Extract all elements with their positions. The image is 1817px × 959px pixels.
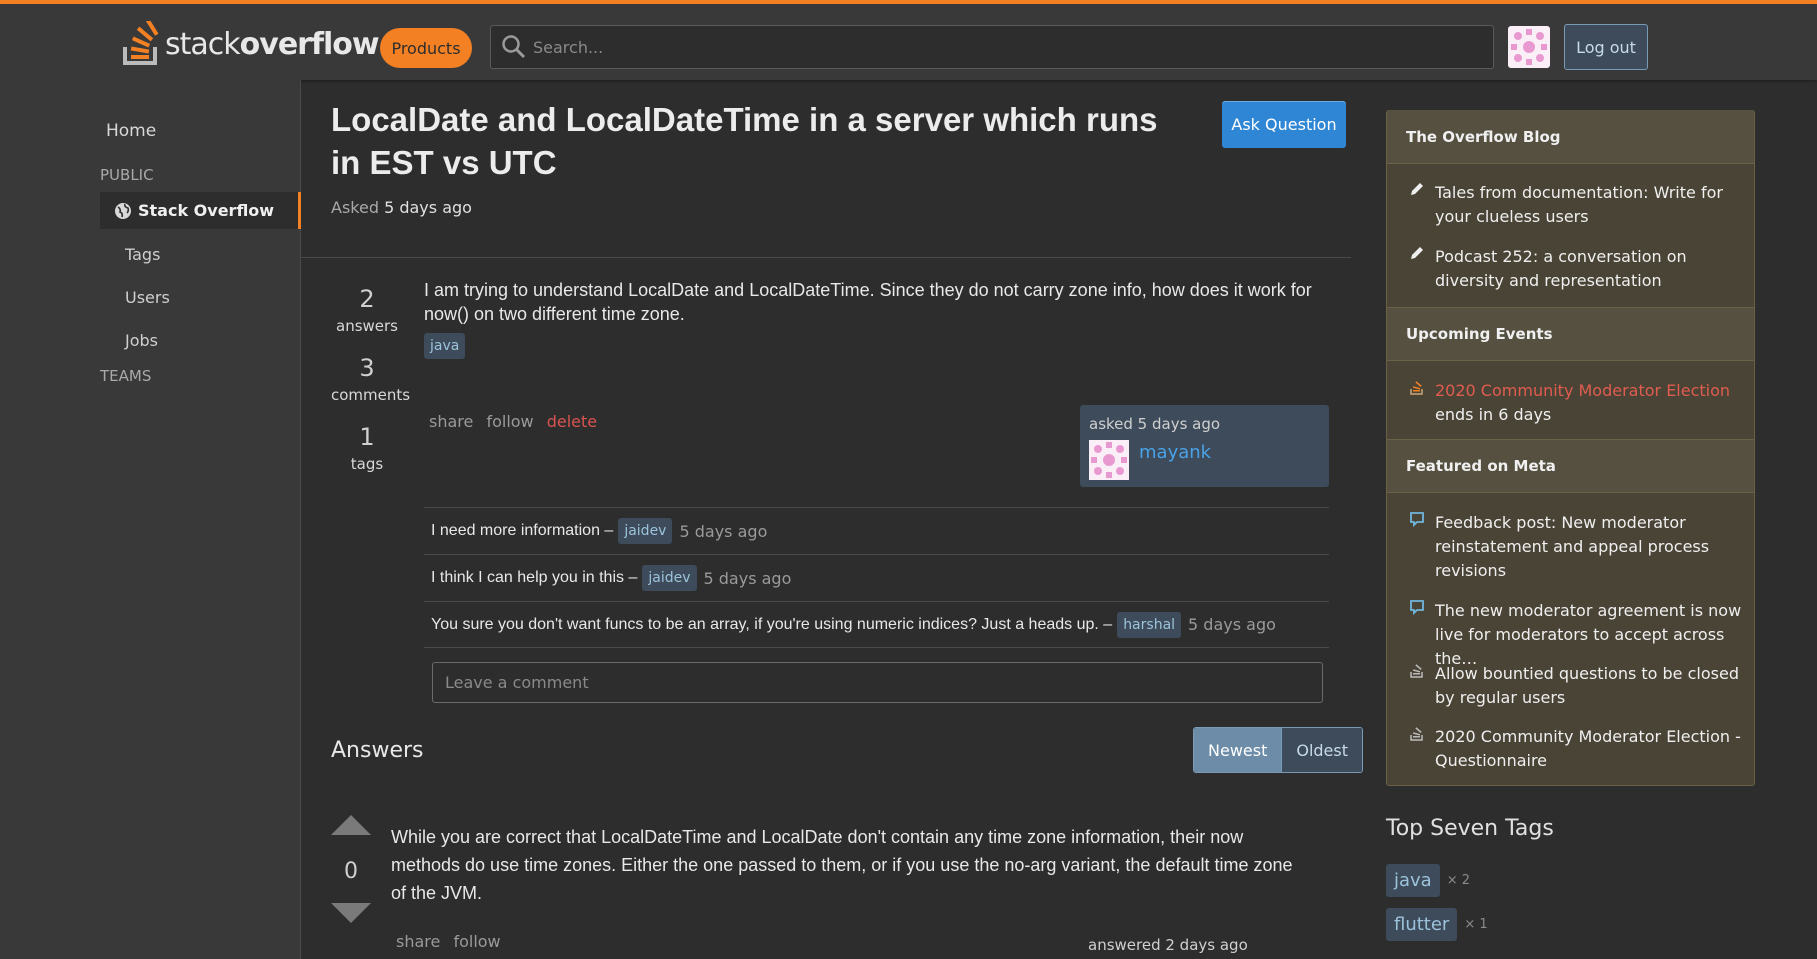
stat-label: tags <box>350 455 384 473</box>
comment-input[interactable] <box>432 662 1323 703</box>
owner-asked-time: asked 5 days ago <box>1089 415 1221 433</box>
top-tag-count: × 2 <box>1446 873 1471 888</box>
event-link[interactable]: 2020 Community Moderator Election <box>1435 381 1730 400</box>
comment-text: I need more information – <box>431 522 614 539</box>
stackoverflow-logo[interactable]: stackoverflow <box>121 20 380 68</box>
comment: I think I can help you in this – jaidev … <box>424 554 1329 601</box>
ask-question-button[interactable]: Ask Question <box>1222 101 1346 148</box>
asked-label: Asked <box>331 198 379 217</box>
pencil-icon <box>1411 247 1423 259</box>
comment-icon <box>1410 600 1424 615</box>
stat-label: answers <box>336 317 398 335</box>
upvote-arrow-icon[interactable] <box>331 815 371 835</box>
comments-list: I need more information – jaidev 5 days … <box>424 507 1329 648</box>
question-post-menu: share follow delete <box>429 412 605 431</box>
top-tag-name[interactable]: flutter <box>1386 908 1458 941</box>
comment-text: You sure you don't want funcs to be an a… <box>431 615 1113 633</box>
meta-heading: Featured on Meta <box>1387 439 1754 493</box>
top-bar: stackoverflow Products Log out <box>0 0 1817 80</box>
stat-answers: 2 answers <box>331 285 403 335</box>
top-tags-heading: Top Seven Tags <box>1386 816 1554 841</box>
globe-icon <box>115 202 131 219</box>
answer-follow-link[interactable]: follow <box>453 932 500 951</box>
comment: You sure you don't want funcs to be an a… <box>424 601 1329 648</box>
divider <box>301 257 1351 258</box>
comment-time: 5 days ago <box>679 521 768 541</box>
meta-item[interactable]: Allow bountied questions to be closed by… <box>1435 662 1745 710</box>
nav-heading-public: PUBLIC <box>100 166 154 184</box>
meta-item[interactable]: Feedback post: New moderator reinstateme… <box>1435 511 1745 583</box>
share-link[interactable]: share <box>429 412 473 431</box>
search-bar[interactable] <box>490 25 1494 69</box>
events-heading: Upcoming Events <box>1387 307 1754 361</box>
nav-item-users[interactable]: Users <box>125 288 170 307</box>
stack-icon <box>1410 727 1423 741</box>
stat-tags: 1 tags <box>331 423 403 473</box>
asked-line: Asked 5 days ago <box>331 198 472 217</box>
stat-number: 1 <box>359 423 375 451</box>
stack-icon <box>1410 664 1423 678</box>
comment: I need more information – jaidev 5 days … <box>424 507 1329 554</box>
stat-label: comments <box>331 386 411 404</box>
search-input[interactable] <box>533 37 1433 57</box>
question-title: LocalDate and LocalDateTime in a server … <box>331 101 1158 181</box>
left-sidebar: Home PUBLIC Stack Overflow Tags Users Jo… <box>0 80 301 959</box>
comment-user[interactable]: jaidev <box>618 518 673 544</box>
downvote-arrow-icon[interactable] <box>331 903 371 923</box>
comment-time: 5 days ago <box>1188 615 1276 634</box>
answer-time: answered 2 days ago <box>1088 936 1248 954</box>
stat-number: 3 <box>359 354 375 382</box>
top-tag-count: × 1 <box>1464 917 1488 932</box>
blog-heading: The Overflow Blog <box>1387 110 1754 164</box>
meta-item[interactable]: 2020 Community Moderator Election - Ques… <box>1435 725 1745 773</box>
sort-oldest-button[interactable]: Oldest <box>1281 728 1363 772</box>
comment-time: 5 days ago <box>703 568 792 588</box>
pencil-icon <box>1411 183 1423 195</box>
answer-post-menu: share follow <box>396 932 509 951</box>
search-icon <box>502 35 526 59</box>
user-avatar[interactable] <box>1508 26 1550 68</box>
answer-body: While you are correct that LocalDateTime… <box>391 827 1293 903</box>
stack-logo-icon <box>123 21 159 65</box>
comment-user[interactable]: harshal <box>1117 611 1182 638</box>
comment-text: I think I can help you in this – <box>431 569 638 586</box>
nav-item-label: Stack Overflow <box>138 201 275 220</box>
owner-card: asked 5 days ago mayank <box>1080 405 1329 487</box>
top-tag: java × 2 <box>1386 864 1470 897</box>
stat-number: 2 <box>359 285 375 313</box>
stat-comments: 3 comments <box>331 354 411 404</box>
asked-value: 5 days ago <box>384 198 472 217</box>
comment-icon <box>1410 512 1424 527</box>
delete-link[interactable]: delete <box>547 412 597 431</box>
owner-avatar[interactable] <box>1089 440 1129 480</box>
nav-item-stack-overflow[interactable]: Stack Overflow <box>100 192 301 229</box>
nav-heading-teams[interactable]: TEAMS <box>100 367 151 385</box>
event-item: 2020 Community Moderator Election ends i… <box>1435 379 1745 427</box>
logout-button[interactable]: Log out <box>1564 24 1648 70</box>
meta-item[interactable]: The new moderator agreement is now live … <box>1435 599 1745 671</box>
question-body: I am trying to understand LocalDate and … <box>424 280 1312 324</box>
follow-link[interactable]: follow <box>486 412 533 431</box>
stack-icon <box>1410 381 1423 395</box>
event-suffix: ends in 6 days <box>1435 405 1552 424</box>
answer-share-link[interactable]: share <box>396 932 440 951</box>
products-button[interactable]: Products <box>380 28 472 68</box>
sidebar-widget: The Overflow Blog Tales from documentati… <box>1386 110 1755 786</box>
comment-user[interactable]: jaidev <box>642 565 697 591</box>
answer-score: 0 <box>344 859 358 884</box>
answers-heading: Answers <box>331 738 424 763</box>
sort-newest-button[interactable]: Newest <box>1194 728 1282 772</box>
tag-java[interactable]: java <box>424 333 466 359</box>
top-tag: flutter × 1 <box>1386 908 1488 941</box>
logo-text: stackoverflow <box>165 26 380 62</box>
nav-item-jobs[interactable]: Jobs <box>125 331 158 350</box>
blog-item[interactable]: Podcast 252: a conversation on diversity… <box>1435 245 1745 293</box>
nav-item-tags[interactable]: Tags <box>125 245 160 264</box>
answer-sort-group: Newest Oldest <box>1193 727 1364 773</box>
top-tag-name[interactable]: java <box>1386 864 1440 897</box>
blog-item[interactable]: Tales from documentation: Write for your… <box>1435 181 1745 229</box>
nav-home[interactable]: Home <box>106 121 156 141</box>
owner-name[interactable]: mayank <box>1139 442 1211 463</box>
